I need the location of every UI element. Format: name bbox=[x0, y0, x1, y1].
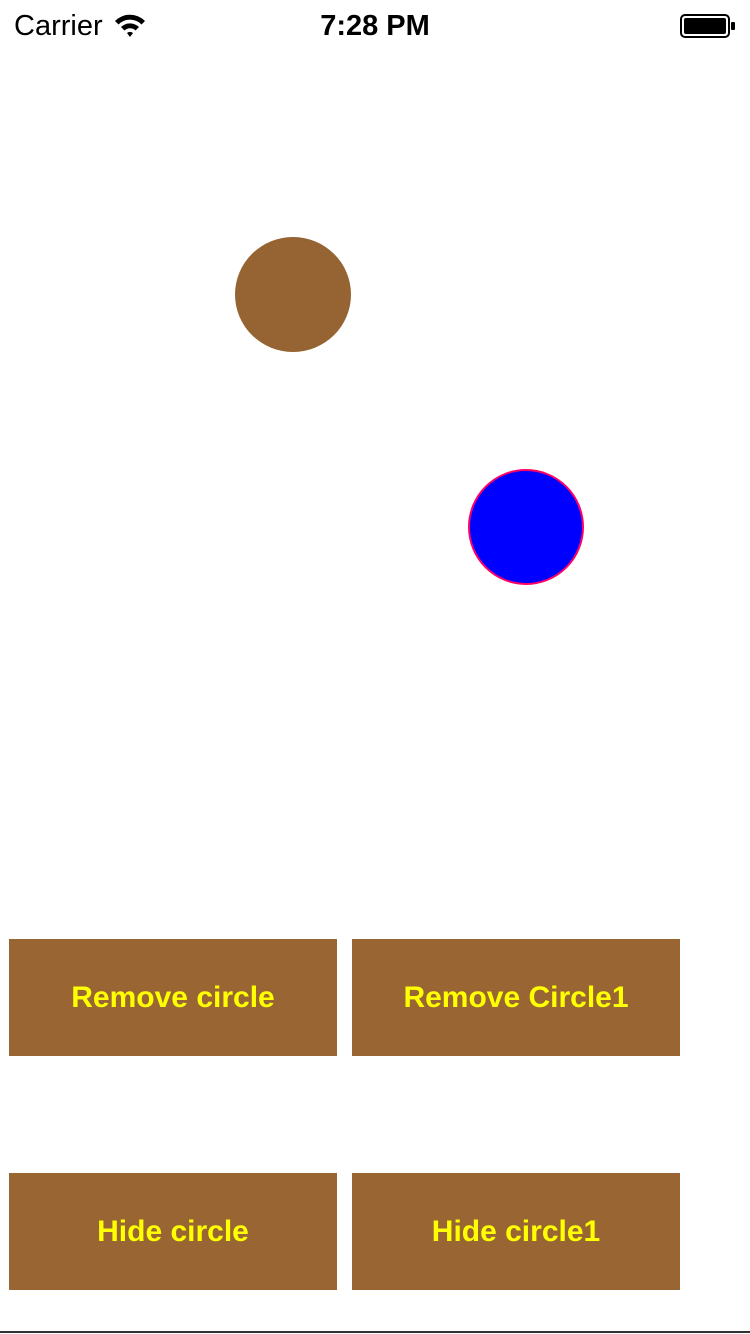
circle1-blue bbox=[468, 469, 584, 585]
hide-circle1-button[interactable]: Hide circle1 bbox=[352, 1173, 680, 1290]
remove-circle1-button[interactable]: Remove Circle1 bbox=[352, 939, 680, 1056]
battery-icon bbox=[680, 14, 735, 38]
circle-brown bbox=[235, 237, 351, 352]
bottom-divider bbox=[0, 1331, 750, 1333]
status-time: 7:28 PM bbox=[320, 10, 430, 42]
status-bar: Carrier 7:28 PM bbox=[0, 0, 750, 50]
hide-circle-button[interactable]: Hide circle bbox=[9, 1173, 337, 1290]
remove-circle-button[interactable]: Remove circle bbox=[9, 939, 337, 1056]
